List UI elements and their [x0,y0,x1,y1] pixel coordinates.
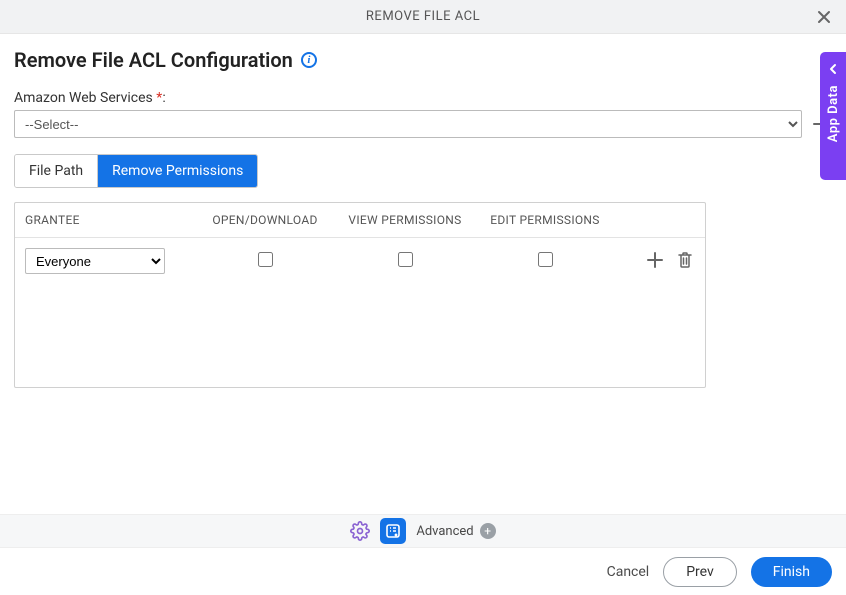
gear-icon[interactable] [350,521,370,541]
app-data-side-tab[interactable]: App Data [820,52,846,180]
page-title: Remove File ACL Configuration i [14,48,317,72]
info-icon[interactable]: i [301,52,317,68]
col-header-edit-permissions: EDIT PERMISSIONS [475,213,615,227]
col-header-view-permissions: VIEW PERMISSIONS [335,213,475,227]
aws-field-label: Amazon Web Services *: [14,90,832,106]
aws-select[interactable]: --Select-- [14,110,802,138]
edit-permissions-checkbox[interactable] [538,252,553,267]
advanced-bar: Advanced + [0,514,846,548]
tabs: File Path Remove Permissions [14,154,258,188]
footer: Cancel Prev Finish [0,549,846,595]
delete-row-icon[interactable] [675,250,695,270]
tab-remove-permissions[interactable]: Remove Permissions [98,155,257,187]
chevron-left-icon [827,60,839,79]
plus-circle-icon: + [480,523,496,539]
add-row-icon[interactable] [645,250,665,270]
prev-button[interactable]: Prev [663,557,737,587]
finish-button[interactable]: Finish [751,557,832,587]
cancel-button[interactable]: Cancel [607,564,650,580]
view-permissions-checkbox[interactable] [398,252,413,267]
col-header-grantee: GRANTEE [25,213,195,227]
col-header-open-download: OPEN/DOWNLOAD [195,213,335,227]
table-row: Everyone [15,238,705,284]
side-tab-label: App Data [826,85,841,142]
grantee-select[interactable]: Everyone [25,248,165,274]
page-title-text: Remove File ACL Configuration [14,48,293,72]
advanced-toggle[interactable]: Advanced + [416,523,495,539]
permissions-table: GRANTEE OPEN/DOWNLOAD VIEW PERMISSIONS E… [14,202,706,388]
list-config-icon[interactable] [380,518,406,544]
close-icon[interactable] [814,7,834,27]
open-download-checkbox[interactable] [258,252,273,267]
tab-file-path[interactable]: File Path [15,155,98,187]
dialog-title: REMOVE FILE ACL [366,9,480,24]
dialog-header: REMOVE FILE ACL [0,0,846,34]
